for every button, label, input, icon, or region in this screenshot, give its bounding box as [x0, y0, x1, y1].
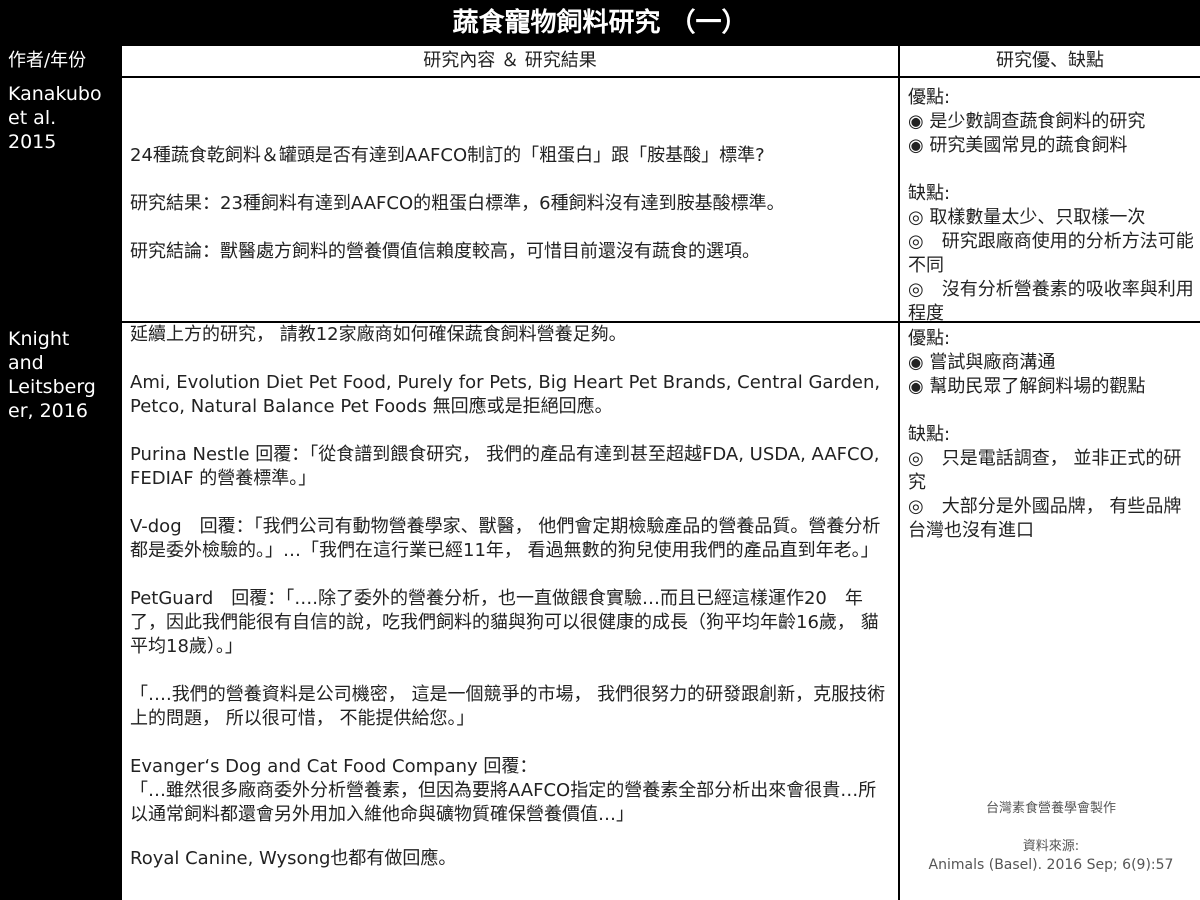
header-evaluation: 研究優、缺點	[996, 50, 1104, 71]
content-paragraph: PetGuard 回覆：「….除了委外的營養分析，也一直做餵食實驗…而且已經這樣…	[130, 588, 879, 657]
evaluation-cell-kanakubo: 優點: ◉ 是少數調查蔬食飼料的研究 ◉ 研究美國常見的蔬食飼料 缺點: ◎ 取…	[902, 82, 1200, 322]
credit-source: Animals (Basel). 2016 Sep; 6(9):57	[928, 857, 1174, 873]
header-content: 研究內容 ＆ 研究結果	[423, 50, 597, 71]
cons-label: 缺點:	[908, 424, 951, 445]
content-cell-kanakubo: 24種蔬食乾飼料＆罐頭是否有達到AAFCO制訂的「粗蛋白」跟「胺基酸」標準? 研…	[122, 144, 898, 319]
content-paragraph: 研究結果：23種飼料有達到AAFCO的粗蛋白標準，6種飼料沒有達到胺基酸標準。	[130, 193, 785, 214]
cons-item: ◎ 取樣數量太少、只取樣一次	[908, 207, 1146, 228]
pros-item: ◉ 研究美國常見的蔬食飼料	[908, 135, 1128, 156]
evaluation-cell-knight: 優點: ◉ 嘗試與廠商溝通 ◉ 幫助民眾了解飼料場的觀點 缺點: ◎ 只是電話調…	[902, 323, 1200, 793]
content-cell-knight: 延續上方的研究， 請教12家廠商如何確保蔬食飼料營養足夠。 Ami, Evolu…	[122, 323, 898, 900]
content-paragraph: Ami, Evolution Diet Pet Food, Purely for…	[130, 372, 881, 417]
credit-source-label: 資料來源:	[1022, 839, 1080, 854]
content-paragraph: 24種蔬食乾飼料＆罐頭是否有達到AAFCO制訂的「粗蛋白」跟「胺基酸」標準?	[130, 145, 765, 166]
cons-item: ◎ 研究跟廠商使用的分析方法可能不同	[908, 231, 1194, 276]
table-header-row: 作者/年份 研究內容 ＆ 研究結果 研究優、缺點	[0, 46, 1200, 78]
pros-label: 優點:	[908, 328, 951, 349]
header-author: 作者/年份	[0, 46, 120, 76]
author-cell-kanakubo: Kanakubo et al. 2015	[0, 78, 120, 321]
pros-label: 優點:	[908, 87, 951, 108]
page-title: 蔬食寵物飼料研究 （一）	[0, 0, 1200, 46]
pros-item: ◉ 幫助民眾了解飼料場的觀點	[908, 376, 1146, 397]
pros-item: ◉ 嘗試與廠商溝通	[908, 352, 1056, 373]
cons-item: ◎ 沒有分析營養素的吸收率與利用程度	[908, 279, 1194, 322]
cons-item: ◎ 大部分是外國品牌， 有些品牌台灣也沒有進口	[908, 496, 1182, 541]
content-paragraph: 「….我們的營養資料是公司機密， 這是一個競爭的市場， 我們很努力的研發跟創新，…	[130, 684, 886, 729]
author-cell-knight: Knight and Leitsberg er, 2016	[0, 323, 120, 900]
content-line: Evanger‘s Dog and Cat Food Company 回覆：	[130, 756, 538, 777]
content-paragraph: Royal Canine, Wysong也都有做回應。	[130, 848, 457, 869]
content-line: 「…雖然很多廠商委外分析營養素，但因為要將AAFCO指定的營養素全部分析出來會很…	[130, 780, 877, 825]
cons-label: 缺點:	[908, 183, 951, 204]
pros-item: ◉ 是少數調查蔬食飼料的研究	[908, 111, 1146, 132]
content-paragraph: 研究結論：獸醫處方飼料的營養價值信賴度較高，可惜目前還沒有蔬食的選項。	[130, 241, 760, 262]
column-divider-right	[898, 46, 900, 900]
content-paragraph: Purina Nestle 回覆：「從食譜到餵食研究， 我們的產品有達到甚至超越…	[130, 444, 880, 489]
content-paragraph-group: Evanger‘s Dog and Cat Food Company 回覆： 「…	[130, 755, 892, 827]
content-paragraph: V-dog 回覆：「我們公司有動物營養學家、獸醫， 他們會定期檢驗產品的營養品質…	[130, 516, 881, 561]
cons-item: ◎ 只是電話調查， 並非正式的研究	[908, 448, 1182, 493]
content-paragraph: 延續上方的研究， 請教12家廠商如何確保蔬食飼料營養足夠。	[130, 324, 627, 345]
credit-maker: 台灣素食營養學會製作	[985, 801, 1116, 816]
